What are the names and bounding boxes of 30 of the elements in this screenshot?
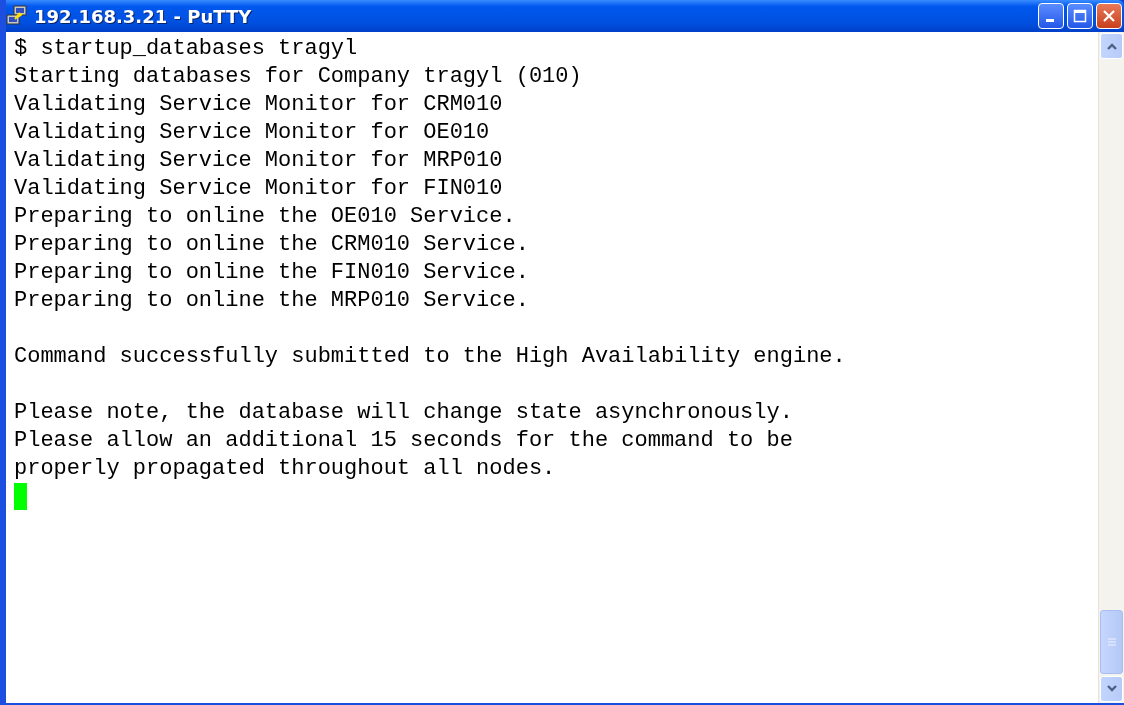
minimize-icon xyxy=(1045,18,1054,22)
terminal-line: Preparing to online the OE010 Service. xyxy=(14,203,516,231)
computers-icon xyxy=(6,5,28,27)
maximize-button[interactable] xyxy=(1067,3,1093,29)
close-button[interactable] xyxy=(1096,3,1122,29)
close-icon xyxy=(1102,9,1116,23)
window-title: 192.168.3.21 - PuTTY xyxy=(34,5,253,27)
chevron-up-icon xyxy=(1105,42,1118,50)
terminal-line: Validating Service Monitor for FIN010 xyxy=(14,175,503,203)
terminal-line: Validating Service Monitor for OE010 xyxy=(14,119,490,147)
text-cursor xyxy=(14,483,27,510)
terminal-line: Preparing to online the CRM010 Service. xyxy=(14,231,529,259)
terminal-line: Preparing to online the FIN010 Service. xyxy=(14,259,529,287)
terminal-line: $ startup_databases tragyl xyxy=(14,35,358,63)
terminal-line: Preparing to online the MRP010 Service. xyxy=(14,287,529,315)
scroll-down-button[interactable] xyxy=(1100,676,1123,702)
terminal-line: Command successfully submitted to the High Availability engine. xyxy=(14,343,846,371)
terminal-line: Please allow an additional 15 seconds for the command to be xyxy=(14,427,793,455)
chevron-down-icon xyxy=(1105,685,1118,693)
maximize-icon xyxy=(1073,9,1087,23)
terminal-line: Starting databases for Company tragyl (010) xyxy=(14,63,582,91)
terminal-line: Please note, the database will change state asynchronously. xyxy=(14,399,793,427)
scroll-up-button[interactable] xyxy=(1100,33,1123,59)
terminal-line: Validating Service Monitor for MRP010 xyxy=(14,147,503,175)
minimize-button[interactable] xyxy=(1038,3,1064,29)
scroll-thumb[interactable] xyxy=(1100,610,1123,674)
terminal-line: properly propagated throughout all nodes. xyxy=(14,455,556,483)
terminal-line: Validating Service Monitor for CRM010 xyxy=(14,91,503,119)
grip-icon xyxy=(1106,638,1117,646)
scrollbar[interactable] xyxy=(1098,32,1124,703)
